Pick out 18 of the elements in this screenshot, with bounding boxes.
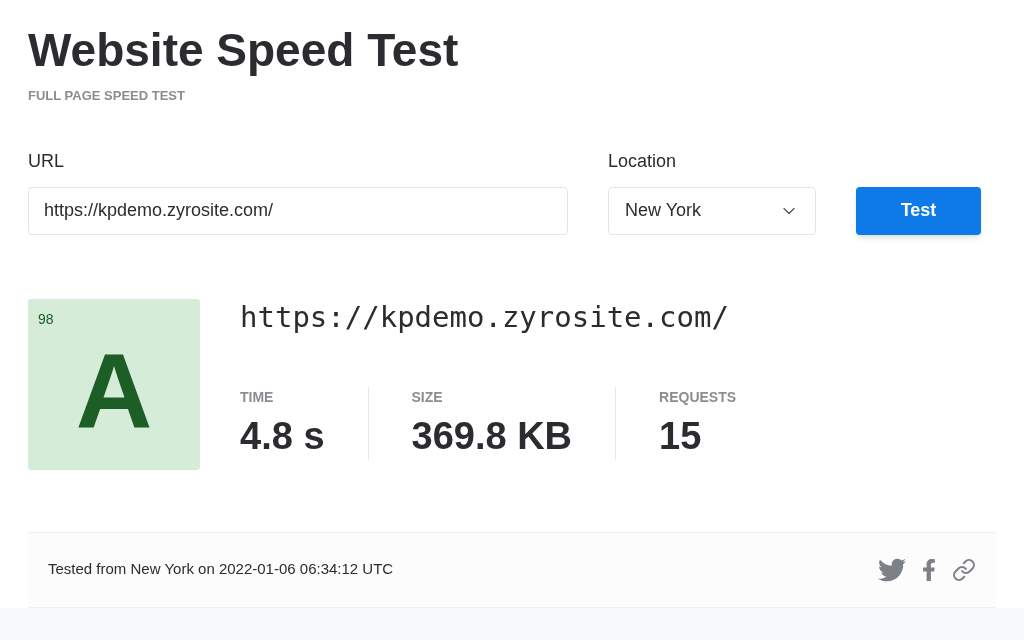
metric-label: SIZE [411,387,443,407]
metric-value: 15 [659,413,702,459]
metric-label: REQUESTS [659,387,737,407]
location-label: Location [608,149,677,173]
page-subtitle: FULL PAGE SPEED TEST [28,87,185,105]
test-info: Tested from New York on 2022-01-06 06:34:12 UTC [48,559,394,580]
url-field[interactable]: https://kpdemo.zyrosite.com/ [28,186,568,235]
page-title: Website Speed Test [28,23,459,78]
grade-letter: A [75,337,153,444]
metric-value: 4.8 s [240,413,325,459]
link-icon[interactable] [952,557,976,582]
url-label: URL [28,149,64,173]
location-select[interactable]: New York [608,186,816,235]
score-number: 98 [38,309,54,329]
metric-label: TIME [240,387,274,407]
metric-value: 369.8 KB [411,413,573,459]
test-button[interactable]: Test [856,186,981,235]
tested-url: https://kpdemo.zyrosite.com/ [240,298,729,335]
